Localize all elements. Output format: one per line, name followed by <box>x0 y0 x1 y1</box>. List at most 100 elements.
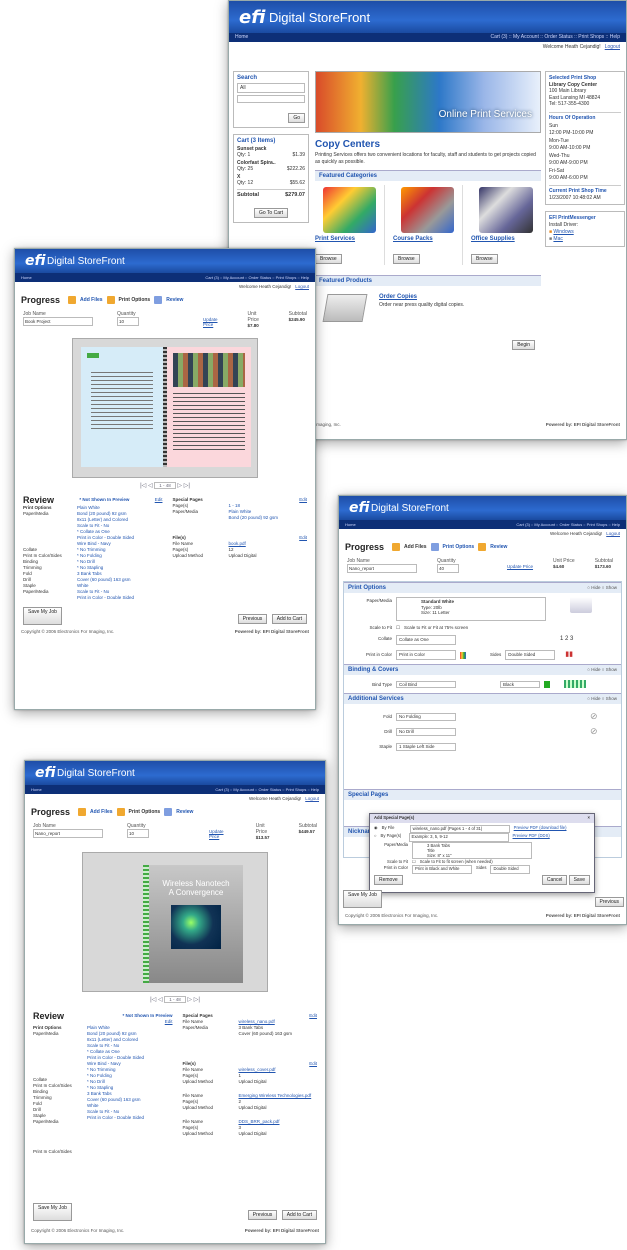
cart-title[interactable]: Cart (3 Items) <box>237 138 305 144</box>
collate-select[interactable]: Collate as One <box>396 635 456 645</box>
nav-links[interactable]: Cart (3) :: My Account :: Order Status :… <box>205 273 309 282</box>
dialog-sides-select[interactable]: Double Sided <box>490 865 531 874</box>
browse-button[interactable]: Browse <box>315 254 342 264</box>
file-select[interactable]: wireless_nano.pdf (Pages 1 - 4 of 31) <box>409 824 510 833</box>
dialog-cancel-button[interactable]: Cancel <box>541 874 568 885</box>
logout-link[interactable]: Logout <box>295 284 309 289</box>
update-price-link[interactable]: Update Price <box>203 317 224 328</box>
search-go-button[interactable]: Go <box>288 113 305 123</box>
by-pages-radio[interactable]: ○ <box>374 833 377 842</box>
next-page-icon[interactable]: ▷ <box>177 483 182 489</box>
previous-button[interactable]: Previous <box>247 1210 278 1220</box>
qty-input[interactable]: 40 <box>437 564 459 573</box>
browse-button[interactable]: Browse <box>393 254 420 264</box>
edit-link-2[interactable]: Edit <box>309 1013 317 1019</box>
category-link[interactable]: Office Supplies <box>471 236 541 242</box>
first-page-icon[interactable]: |◁ <box>150 997 156 1003</box>
hide-option-2[interactable]: Hide <box>591 667 600 672</box>
scale-checkbox[interactable]: ☐ <box>396 624 400 632</box>
remove-button[interactable]: Remove <box>374 874 403 885</box>
save-job-button[interactable]: Save My Job <box>343 890 382 908</box>
step-print-options[interactable]: Print Options <box>129 809 161 815</box>
mac-link[interactable]: Mac <box>553 236 562 242</box>
dialog-print-select[interactable]: Print in Black and White <box>412 865 472 874</box>
nav-home[interactable]: Home <box>235 33 248 42</box>
previous-button[interactable]: Previous <box>594 897 624 907</box>
search-scope-select[interactable]: All <box>237 83 305 93</box>
fold-select[interactable]: No Folding <box>396 712 456 721</box>
step-add-files[interactable]: Add Files <box>404 544 427 550</box>
drill-select[interactable]: No Drill <box>396 727 456 736</box>
edit-link-2[interactable]: Edit <box>299 497 307 503</box>
browse-button[interactable]: Browse <box>471 254 498 264</box>
bind-type-select[interactable]: Coil Bind <box>396 680 456 688</box>
qty-input[interactable]: 10 <box>117 317 139 326</box>
save-job-button[interactable]: Save My Job <box>23 607 62 625</box>
update-price-link[interactable]: Update Price <box>507 564 533 573</box>
edit-link[interactable]: Edit <box>155 497 163 503</box>
product-link[interactable]: Order Copies <box>379 294 464 300</box>
nav-links[interactable]: Cart (3) :: My Account :: Order Status :… <box>516 520 620 529</box>
previous-button[interactable]: Previous <box>237 614 268 624</box>
add-to-cart-button[interactable]: Add to Cart <box>281 1210 317 1220</box>
prev-page-icon[interactable]: ◁ <box>158 997 163 1003</box>
job-name-input[interactable]: Book Project <box>23 317 93 326</box>
prev-page-icon[interactable]: ◁ <box>148 483 153 489</box>
edit-link-3[interactable]: Edit <box>299 535 307 541</box>
cart-item[interactable]: X Qty: 12 $55.62 <box>237 174 305 186</box>
save-job-button[interactable]: Save My Job <box>33 1203 72 1221</box>
last-page-icon[interactable]: ▷| <box>194 997 200 1003</box>
begin-button[interactable]: Begin <box>512 340 535 350</box>
print-color-select[interactable]: Print in Color <box>396 650 456 660</box>
nav-home[interactable]: Home <box>21 273 32 282</box>
step-add-files[interactable]: Add Files <box>80 297 103 303</box>
page-indicator[interactable]: 1 - 48 <box>164 996 186 1003</box>
nav-links[interactable]: Cart (3) :: My Account :: Order Status :… <box>215 785 319 794</box>
first-page-icon[interactable]: |◁ <box>140 483 146 489</box>
dialog-save-button[interactable]: Save <box>568 874 590 885</box>
dialog-paper-select[interactable]: 3 Bank Tabs Title Size: 8" x 11" <box>412 841 532 859</box>
last-page-icon[interactable]: ▷| <box>184 483 190 489</box>
logout-link[interactable]: Logout <box>605 44 620 50</box>
update-price-link[interactable]: Update Price <box>209 829 232 840</box>
category-link[interactable]: Print Services <box>315 236 384 242</box>
step-review[interactable]: Review <box>166 297 183 303</box>
next-page-icon[interactable]: ▷ <box>187 997 192 1003</box>
preview-link[interactable]: Preview PDF (download file) <box>514 825 567 834</box>
nav-links[interactable]: Cart (3) :: My Account :: Order Status :… <box>491 33 621 42</box>
step-print-options[interactable]: Print Options <box>119 297 151 303</box>
page-indicator[interactable]: 1 - 48 <box>154 482 176 489</box>
step-review[interactable]: Review <box>176 809 193 815</box>
file-link[interactable]: wireless_cover.pdf <box>238 1067 275 1073</box>
edit-link[interactable]: Edit <box>165 1019 173 1024</box>
pages-input[interactable]: Example: 3, 5, 9-12 <box>408 833 509 842</box>
cart-item[interactable]: Sunset pack Qty: 1 $1.39 <box>237 146 305 158</box>
step-add-files[interactable]: Add Files <box>90 809 113 815</box>
show-option-2[interactable]: Show <box>606 667 617 672</box>
step-print-options[interactable]: Print Options <box>443 544 475 550</box>
logout-link[interactable]: Logout <box>606 531 620 536</box>
windows-link[interactable]: Windows <box>553 229 573 235</box>
preview-link-2[interactable]: Preview PDF (DDS) <box>513 833 550 842</box>
go-to-cart-button[interactable]: Go To Cart <box>253 208 289 218</box>
hide-option-3[interactable]: Hide <box>591 696 600 701</box>
job-name-input[interactable]: Nano_report <box>33 829 103 838</box>
file-link[interactable]: Emerging Wireless Technologies.pdf <box>238 1093 311 1099</box>
hide-option[interactable]: Hide <box>591 585 600 590</box>
nav-home[interactable]: Home <box>31 785 42 794</box>
show-option-3[interactable]: Show <box>606 696 617 701</box>
dialog-close-icon[interactable]: × <box>588 815 590 822</box>
file-link[interactable]: DDS_BRR_pack.pdf <box>238 1119 279 1125</box>
edit-link-3[interactable]: Edit <box>309 1061 317 1067</box>
qty-input[interactable]: 10 <box>127 829 149 838</box>
logout-link[interactable]: Logout <box>305 796 319 801</box>
staple-select[interactable]: 1 Staple Left Side <box>396 742 456 751</box>
by-file-radio[interactable]: ◉ <box>374 825 378 834</box>
show-option[interactable]: Show <box>606 585 617 590</box>
nav-home[interactable]: Home <box>345 520 356 529</box>
bind-color-select[interactable]: Black <box>500 680 540 688</box>
add-to-cart-button[interactable]: Add to Cart <box>271 614 307 624</box>
job-name-input[interactable]: Nano_report <box>347 564 417 573</box>
category-link[interactable]: Course Packs <box>393 236 462 242</box>
search-input[interactable] <box>237 95 305 103</box>
